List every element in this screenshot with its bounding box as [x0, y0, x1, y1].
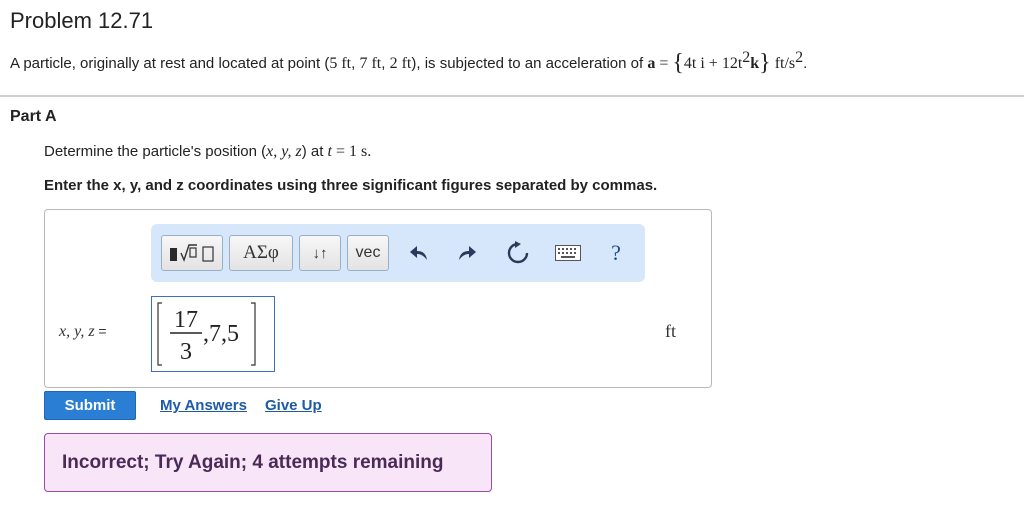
redo-icon[interactable] — [453, 240, 479, 266]
templates-icon — [170, 244, 214, 262]
question-text: Determine the particle's position (x, y,… — [44, 143, 371, 161]
answer-label: x, y, z = — [59, 323, 107, 341]
math-toolbar: ΑΣφ ↓↑ vec ? — [151, 224, 645, 282]
statement-prefix: A particle, originally at rest and locat… — [10, 55, 330, 72]
point-x: 5 ft — [329, 55, 352, 72]
accel-unit: ft/s — [770, 55, 796, 72]
section-divider — [0, 95, 1024, 97]
answer-expression: 17 3 ,7,5 — [157, 302, 256, 366]
fraction-numerator: 17 — [174, 307, 198, 333]
vec-button[interactable]: vec — [347, 235, 389, 271]
question-prefix: Determine the particle's position ( — [44, 143, 267, 160]
part-title: Part A — [10, 108, 57, 125]
submit-button[interactable]: Submit — [44, 391, 136, 420]
my-answers-link[interactable]: My Answers — [160, 397, 247, 414]
point-y: 7 ft — [359, 55, 382, 72]
reset-icon[interactable] — [505, 240, 531, 266]
keyboard-icon[interactable] — [555, 240, 581, 266]
accel-left-brace: { — [672, 50, 684, 76]
answer-rest: ,7,5 — [203, 321, 239, 347]
problem-title: Problem 12.71 — [10, 8, 154, 33]
question-end: = 1 s. — [331, 143, 372, 160]
feedback-box: Incorrect; Try Again; 4 attempts remaini… — [44, 433, 492, 492]
feedback-message: Incorrect; Try Again; 4 attempts remaini… — [62, 452, 444, 473]
give-up-link[interactable]: Give Up — [265, 397, 322, 414]
arrows-button[interactable]: ↓↑ — [299, 235, 341, 271]
point-z: 2 ft — [389, 55, 412, 72]
answer-input[interactable]: 17 3 ,7,5 — [151, 296, 275, 372]
templates-button[interactable] — [161, 235, 223, 271]
help-icon[interactable]: ? — [603, 240, 629, 266]
question-vars: x, y, z — [266, 143, 302, 160]
statement-end: . — [803, 55, 808, 72]
accel-term: 4t i + 12t — [683, 55, 743, 72]
accel-unit-exponent: 2 — [795, 49, 804, 66]
answer-box: ΑΣφ ↓↑ vec ? x, y, z = 17 3 ,7,5 ft — [44, 209, 712, 388]
fraction-denominator: 3 — [180, 339, 192, 365]
question-mid: ) at — [301, 143, 328, 160]
undo-icon[interactable] — [407, 240, 433, 266]
problem-statement: A particle, originally at rest and locat… — [10, 48, 808, 76]
point-sep-2: , — [381, 55, 390, 72]
accel-equals: = — [655, 55, 673, 72]
answer-label-vars: x, y, z — [59, 323, 95, 340]
instruction-text: Enter the x, y, and z coordinates using … — [44, 177, 658, 194]
accel-right-brace: } — [759, 50, 771, 76]
statement-mid: ), is subjected to an acceleration of — [411, 55, 648, 72]
answer-label-equals: = — [94, 323, 107, 339]
greek-button[interactable]: ΑΣφ — [229, 235, 293, 271]
answer-unit: ft — [665, 321, 676, 341]
accel-k: k — [750, 55, 760, 72]
